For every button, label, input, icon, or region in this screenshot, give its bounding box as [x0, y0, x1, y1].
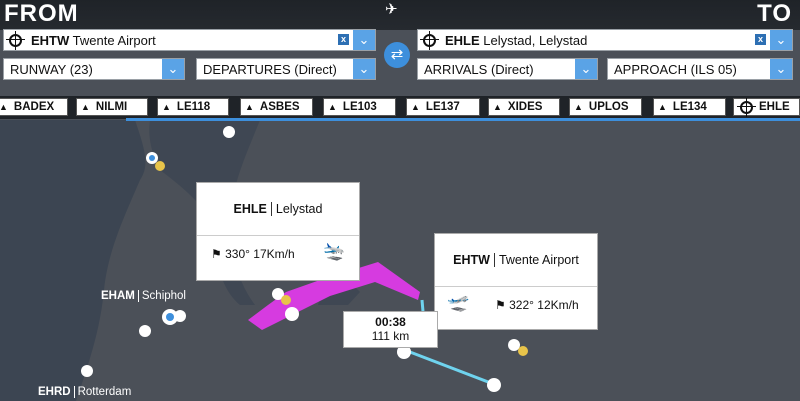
route-progress-bar [126, 118, 800, 121]
airport-pin-icon [6, 30, 25, 50]
takeoff-icon: 🛫 [447, 292, 470, 312]
arrival-airport-card[interactable]: EHLE Lelystad ⚑ 330° 17Km/h 🛬 [196, 182, 360, 281]
to-title: TO [757, 0, 792, 27]
chevron-down-icon[interactable]: ⌄ [353, 30, 375, 50]
waypoint-icon: ▲ [493, 102, 502, 112]
waypoint-strip[interactable]: ▲ BADEX ▲ NILMI ▲ LE118 ▲ ASBES ▲ LE103 ▲ LE13… [0, 96, 800, 119]
clear-icon[interactable]: x [338, 34, 349, 45]
chevron-down-icon[interactable]: ⌄ [770, 30, 792, 50]
waypoint-icon: ▲ [658, 102, 667, 112]
chevron-down-icon[interactable]: ⌄ [162, 59, 184, 79]
waypoint-chip[interactable]: ▲ LE103 [323, 98, 396, 116]
chevron-down-icon[interactable]: ⌄ [353, 59, 375, 79]
waypoint-chip[interactable]: ▲ NILMI [76, 98, 148, 116]
approach-select[interactable]: APPROACH (ILS 05) ⌄ [607, 58, 793, 80]
swap-button[interactable]: ⇄ [384, 42, 410, 68]
top-bar [0, 0, 800, 30]
waypoint-icon: ▲ [411, 102, 420, 112]
airport-pin-icon [737, 97, 756, 117]
chevron-down-icon[interactable]: ⌄ [770, 59, 792, 79]
waypoint-chip[interactable]: ▲ XIDES [488, 98, 560, 116]
waypoint-icon: ▲ [245, 102, 254, 112]
arrivals-select[interactable]: ARRIVALS (Direct) ⌄ [417, 58, 598, 80]
windsock-icon: ⚑ [211, 247, 222, 261]
windsock-icon: ⚑ [495, 298, 506, 312]
waypoint-chip[interactable]: ▲ LE134 [653, 98, 726, 116]
route-distance: 111 km [371, 329, 410, 343]
waypoint-chip[interactable]: EHLE [733, 97, 800, 117]
runway-select[interactable]: RUNWAY (23) ⌄ [3, 58, 185, 80]
departure-airport-field[interactable]: EHTW Twente Airport x ⌄ [3, 29, 376, 51]
waypoint-chip[interactable]: ▲ UPLOS [569, 98, 642, 116]
departure-airport-card[interactable]: EHTW Twente Airport 🛫 ⚑ 322° 12Km/h [434, 233, 598, 330]
route-info-box: 00:38 111 km [343, 311, 438, 348]
waypoint-icon: ▲ [574, 102, 583, 112]
departures-select[interactable]: DEPARTURES (Direct) ⌄ [196, 58, 376, 80]
arrival-airport-field[interactable]: EHLE Lelystad, Lelystad x ⌄ [417, 29, 793, 51]
map-label-schiphol[interactable]: EHAM Schiphol [101, 290, 186, 302]
clear-icon[interactable]: x [755, 34, 766, 45]
plane-icon: ✈ [385, 1, 398, 18]
landing-icon: 🛬 [323, 241, 346, 261]
airport-pin-icon [420, 30, 439, 50]
waypoint-chip[interactable]: ▲ LE137 [406, 98, 480, 116]
waypoint-icon: ▲ [81, 102, 90, 112]
waypoint-chip[interactable]: ▲ ASBES [240, 98, 313, 116]
map-label-rotterdam[interactable]: EHRD Rotterdam [38, 386, 131, 398]
waypoint-icon: ▲ [328, 102, 337, 112]
waypoint-chip[interactable]: ▲ BADEX [0, 98, 68, 116]
from-title: FROM [4, 0, 79, 27]
waypoint-icon: ▲ [0, 102, 8, 112]
waypoint-chip[interactable]: ▲ LE118 [157, 98, 229, 116]
waypoint-icon: ▲ [162, 102, 171, 112]
chevron-down-icon[interactable]: ⌄ [575, 59, 597, 79]
route-time: 00:38 [375, 315, 406, 329]
